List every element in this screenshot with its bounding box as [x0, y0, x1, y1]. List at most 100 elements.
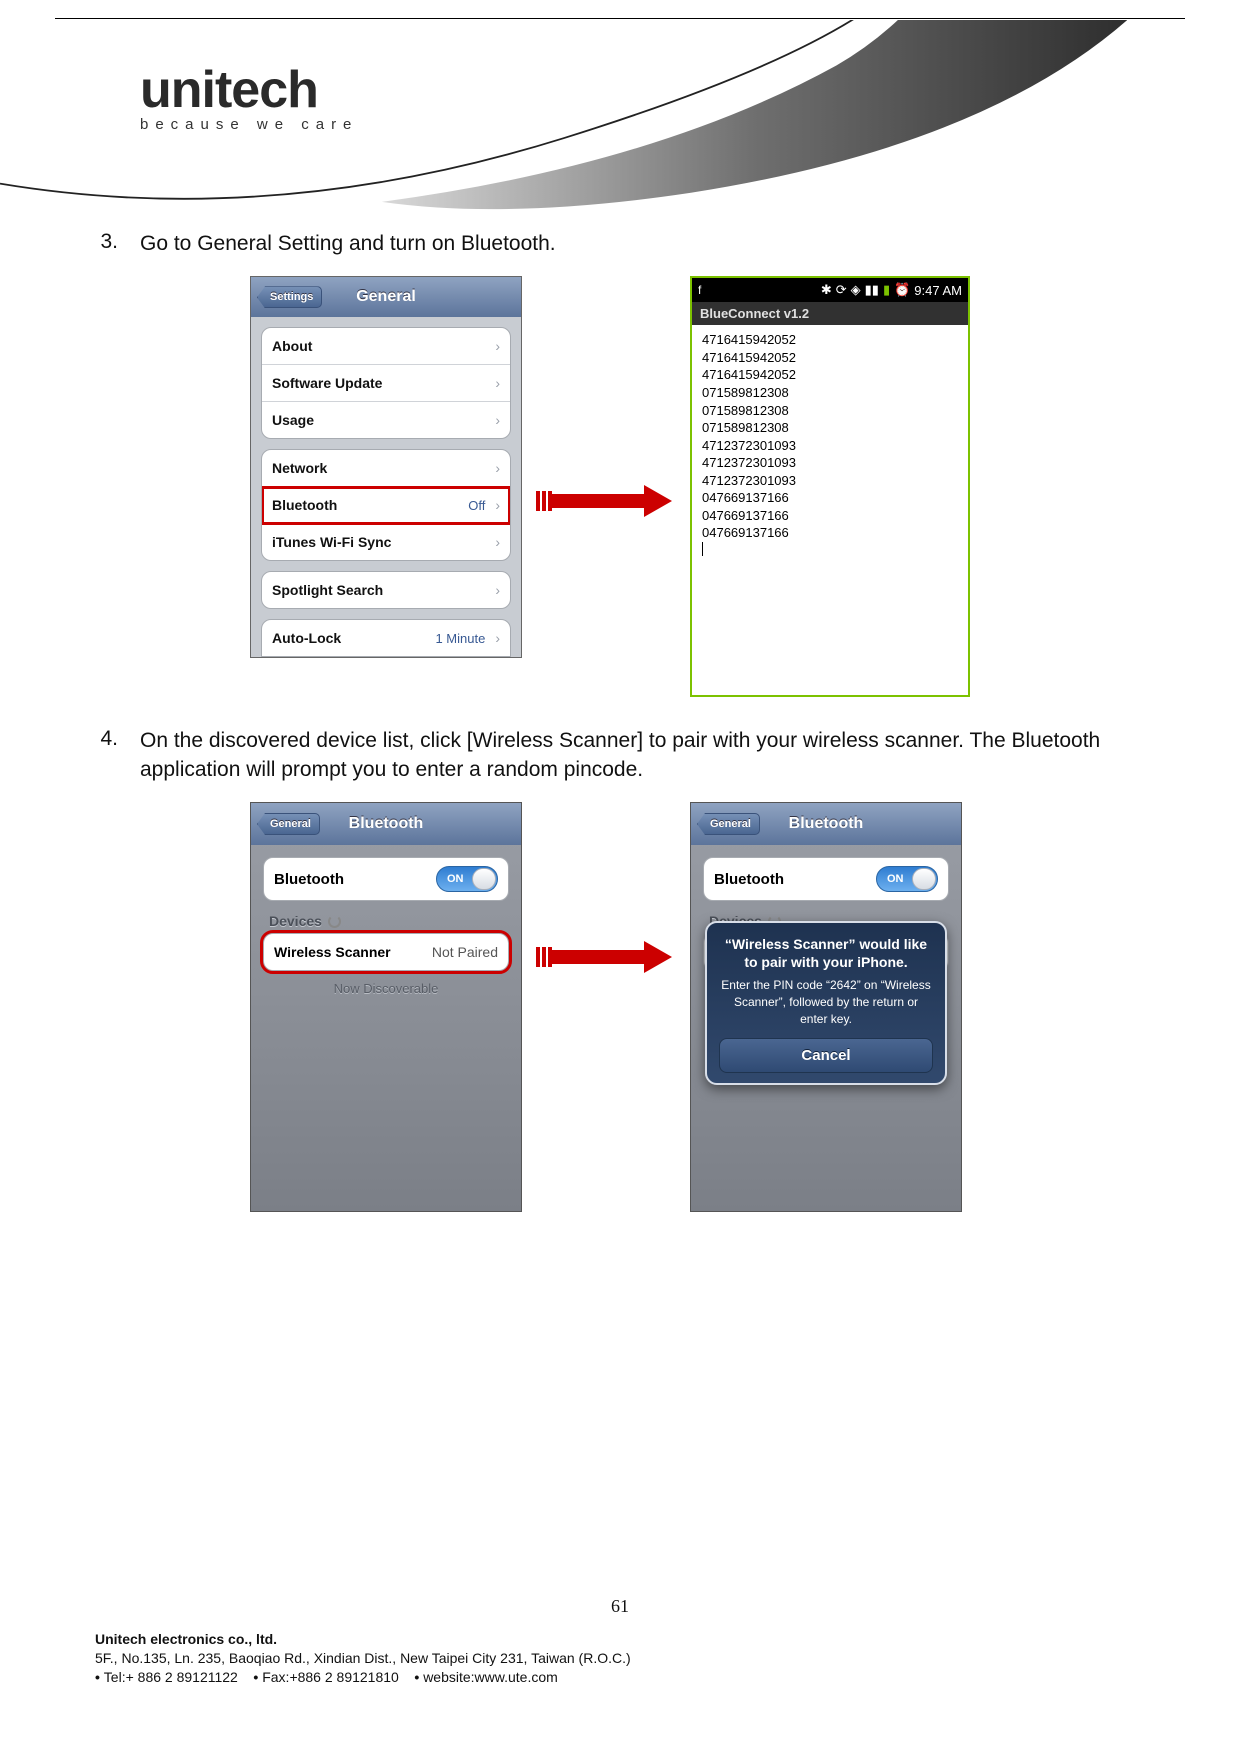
- label-about: About: [272, 338, 312, 354]
- step-4-figures: General Bluetooth Bluetooth ON Devices W…: [250, 802, 1150, 1212]
- sync-icon: ⟳: [836, 282, 847, 298]
- bluetooth-toggle-2[interactable]: ON: [876, 866, 938, 892]
- logo-tagline: because we care: [140, 116, 358, 133]
- settings-group-1: About › Software Update › Usage ›: [261, 327, 511, 439]
- status-time: 9:47 AM: [914, 283, 962, 298]
- step-4: 4. On the discovered device list, click …: [90, 727, 1150, 784]
- alarm-icon: ⏰: [894, 282, 910, 298]
- label-bluetooth: Bluetooth: [272, 497, 337, 513]
- label-itunes: iTunes Wi-Fi Sync: [272, 534, 391, 550]
- page-footer: 61 Unitech electronics co., ltd. 5F., No…: [95, 1596, 1145, 1685]
- red-arrow-icon: [536, 486, 676, 516]
- tel-label: Tel:: [104, 1669, 126, 1685]
- web-value: www.ute.com: [475, 1669, 558, 1685]
- autolock-value: 1 Minute: [435, 631, 485, 646]
- bt-nav-bar-2: General Bluetooth: [691, 803, 961, 845]
- row-software-update[interactable]: Software Update ›: [262, 365, 510, 402]
- web-label: website:: [423, 1669, 474, 1685]
- back-button-general[interactable]: General: [257, 813, 320, 835]
- scan-line: 4712372301093: [702, 454, 958, 472]
- bullet-icon: •: [95, 1669, 100, 1685]
- bullet-icon: •: [414, 1669, 419, 1685]
- android-output-area[interactable]: 4716415942052 4716415942052 471641594205…: [692, 325, 968, 695]
- nav-title-bluetooth-2: Bluetooth: [789, 815, 864, 833]
- row-autolock[interactable]: Auto-Lock 1 Minute ›: [262, 620, 510, 656]
- row-spotlight[interactable]: Spotlight Search ›: [262, 572, 510, 608]
- device-name: Wireless Scanner: [274, 944, 391, 960]
- cancel-button[interactable]: Cancel: [719, 1038, 933, 1073]
- row-itunes-wifi-sync[interactable]: iTunes Wi-Fi Sync ›: [262, 524, 510, 560]
- fax-label: Fax:: [262, 1669, 289, 1685]
- chevron-right-icon: ›: [495, 460, 500, 476]
- label-usage: Usage: [272, 412, 314, 428]
- toggle-state: ON: [447, 873, 464, 885]
- discoverable-label: Now Discoverable: [251, 981, 521, 996]
- scan-line: 071589812308: [702, 402, 958, 420]
- page-number: 61: [95, 1596, 1145, 1617]
- android-app-title: BlueConnect v1.2: [692, 302, 968, 325]
- bt-nav-bar: General Bluetooth: [251, 803, 521, 845]
- device-status: Not Paired: [432, 944, 498, 960]
- devices-label: Devices: [269, 913, 322, 929]
- scan-line: 4712372301093: [702, 472, 958, 490]
- scan-line: 4716415942052: [702, 331, 958, 349]
- row-bluetooth[interactable]: Bluetooth Off ›: [262, 487, 510, 524]
- row-network[interactable]: Network ›: [262, 450, 510, 487]
- ios-nav-bar: Settings General: [251, 277, 521, 317]
- label-software-update: Software Update: [272, 375, 382, 391]
- fax-value: +886 2 89121810: [289, 1669, 398, 1685]
- bluetooth-value: Off: [468, 498, 485, 513]
- android-status-bar: f ✱ ⟳ ◈ ▮▮ ▮ ⏰ 9:47 AM: [692, 278, 968, 302]
- logo: unitech because we care: [140, 60, 358, 133]
- step-4-text: On the discovered device list, click [Wi…: [140, 727, 1150, 784]
- scan-line: 047669137166: [702, 489, 958, 507]
- dialog-title: “Wireless Scanner” would like to pair wi…: [719, 935, 933, 971]
- spinner-icon: [328, 915, 341, 928]
- bluetooth-toggle-row-2: Bluetooth ON: [703, 857, 949, 901]
- battery-icon: ▮: [883, 282, 890, 298]
- bullet-icon: •: [253, 1669, 258, 1685]
- footer-address: 5F., No.135, Ln. 235, Baoqiao Rd., Xindi…: [95, 1650, 1145, 1666]
- device-row-wireless-scanner[interactable]: Wireless Scanner Not Paired: [263, 933, 509, 971]
- bluetooth-toggle-row: Bluetooth ON: [263, 857, 509, 901]
- step-3-figures: Settings General About › Software Update…: [250, 276, 1150, 697]
- status-left-icon: f: [698, 283, 701, 297]
- step-4-number: 4.: [90, 727, 118, 784]
- red-arrow-icon: [536, 942, 676, 972]
- text-cursor: [702, 542, 703, 556]
- tel-value: + 886 2 89121122: [126, 1669, 238, 1685]
- top-border-rule: [55, 18, 1185, 19]
- footer-contacts: • Tel: + 886 2 89121122 • Fax: +886 2 89…: [95, 1669, 1145, 1685]
- back-button-settings[interactable]: Settings: [257, 286, 322, 308]
- devices-header: Devices: [269, 913, 503, 929]
- toggle-label-2: Bluetooth: [714, 871, 784, 888]
- footer-company: Unitech electronics co., ltd.: [95, 1631, 1145, 1647]
- scan-line: 4716415942052: [702, 366, 958, 384]
- scan-line: 071589812308: [702, 384, 958, 402]
- pairing-dialog: “Wireless Scanner” would like to pair wi…: [705, 921, 947, 1085]
- bluetooth-icon: ✱: [821, 282, 832, 298]
- label-network: Network: [272, 460, 327, 476]
- settings-group-3: Spotlight Search ›: [261, 571, 511, 609]
- chevron-right-icon: ›: [495, 630, 500, 646]
- chevron-right-icon: ›: [495, 582, 500, 598]
- chevron-right-icon: ›: [495, 412, 500, 428]
- step-3-text: Go to General Setting and turn on Blueto…: [140, 230, 556, 258]
- toggle-knob: [472, 868, 496, 890]
- row-about[interactable]: About ›: [262, 328, 510, 365]
- chevron-right-icon: ›: [495, 338, 500, 354]
- bluetooth-toggle[interactable]: ON: [436, 866, 498, 892]
- back-button-general-2[interactable]: General: [697, 813, 760, 835]
- nav-title-general: General: [356, 288, 416, 306]
- label-spotlight: Spotlight Search: [272, 582, 383, 598]
- row-usage[interactable]: Usage ›: [262, 402, 510, 438]
- chevron-right-icon: ›: [495, 534, 500, 550]
- ios-bluetooth-pairing-screenshot: General Bluetooth Bluetooth ON Devices W…: [690, 802, 962, 1212]
- scan-line: 071589812308: [702, 419, 958, 437]
- step-3: 3. Go to General Setting and turn on Blu…: [90, 230, 1150, 258]
- ios-bluetooth-list-screenshot: General Bluetooth Bluetooth ON Devices W…: [250, 802, 522, 1212]
- ios-general-settings-screenshot: Settings General About › Software Update…: [250, 276, 522, 658]
- nav-title-bluetooth: Bluetooth: [349, 815, 424, 833]
- toggle-knob-2: [912, 868, 936, 890]
- toggle-label: Bluetooth: [274, 871, 344, 888]
